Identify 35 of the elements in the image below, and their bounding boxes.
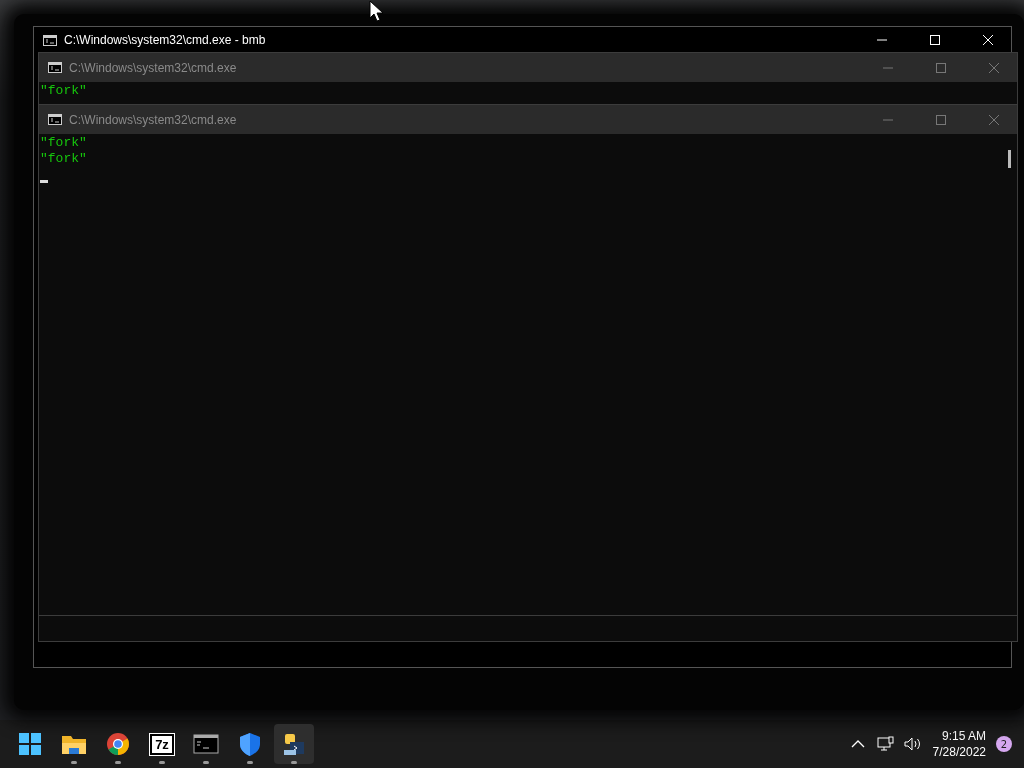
close-icon <box>982 34 994 46</box>
running-indicator <box>203 761 209 764</box>
maximize-icon <box>935 113 947 126</box>
console-icon <box>48 62 62 73</box>
window-title: C:\Windows\system32\cmd.exe - bmb <box>64 33 266 47</box>
window-title: C:\Windows\system32\cmd.exe <box>69 112 237 127</box>
window-title: C:\Windows\system32\cmd.exe <box>69 60 237 75</box>
console-icon <box>48 114 62 125</box>
caret-icon <box>850 739 865 749</box>
clock-button[interactable]: 9:15 AM 7/28/2022 <box>930 728 988 760</box>
maximize-icon <box>929 34 941 46</box>
running-indicator <box>71 761 77 764</box>
running-indicator <box>115 761 121 764</box>
volume-icon[interactable] <box>902 736 923 752</box>
notification-badge[interactable]: 2 <box>996 736 1012 752</box>
scrollbar-thumb[interactable] <box>1008 150 1011 168</box>
running-indicator <box>291 761 297 764</box>
taskbar-app-button[interactable] <box>274 724 314 764</box>
app-logo: 7z <box>150 733 174 755</box>
running-indicator <box>247 761 253 764</box>
start-icon <box>17 731 43 757</box>
close-icon <box>988 61 1000 74</box>
taskbar-app-button[interactable]: 7z <box>142 724 182 764</box>
maximize-icon <box>935 61 947 74</box>
console-icon <box>43 34 57 46</box>
shield-icon <box>237 731 263 757</box>
close-icon <box>988 113 1000 126</box>
network-icon[interactable] <box>876 736 895 752</box>
python-icon <box>281 731 307 757</box>
console-output: "fork" <box>40 135 87 151</box>
console-output: "fork" <box>40 151 87 167</box>
running-indicator <box>159 761 165 764</box>
browser-icon <box>105 731 131 757</box>
console-icon <box>193 731 219 757</box>
console-output: "fork" <box>40 83 87 99</box>
